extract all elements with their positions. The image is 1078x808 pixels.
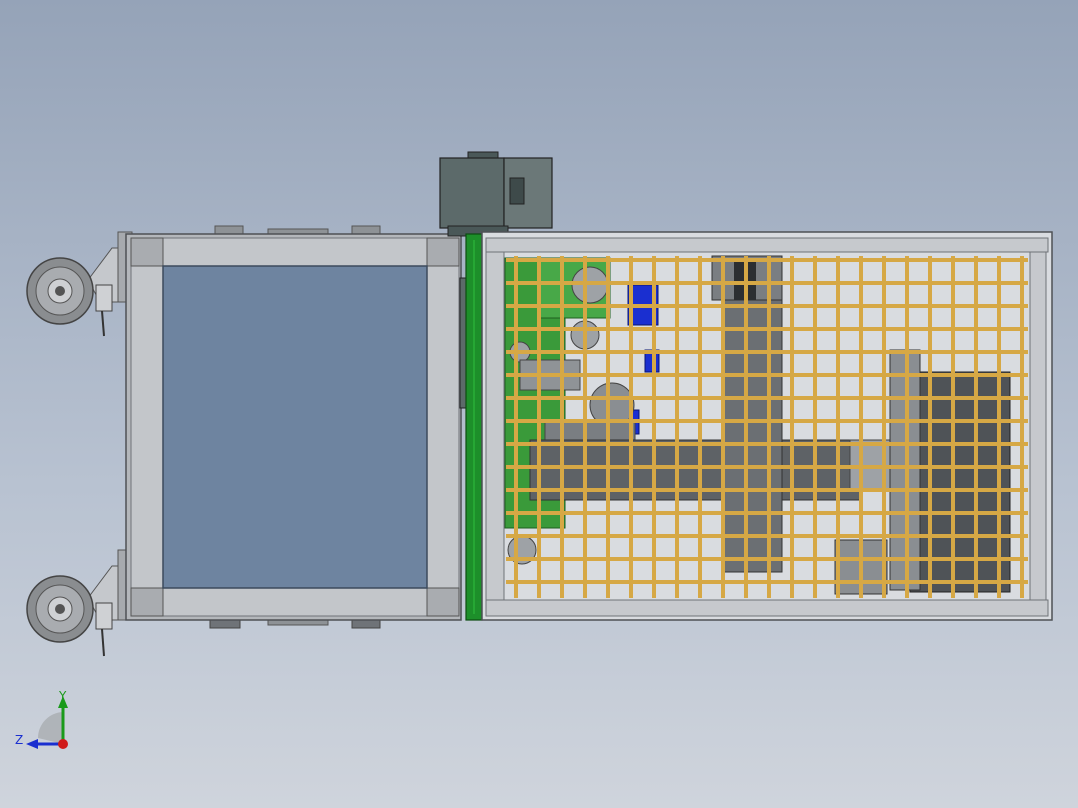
cad-drawing: Y Z	[15, 151, 1053, 749]
coordinate-triad	[26, 696, 68, 749]
green-plate	[459, 233, 483, 621]
cad-viewport[interactable]: Y Z	[0, 0, 1078, 808]
gear-motor	[439, 151, 553, 237]
triad-z-label: Z	[15, 733, 23, 747]
cart-frame	[117, 225, 462, 629]
triad-y-label: Y	[58, 689, 67, 703]
caster-bottom	[26, 565, 121, 657]
caster-top	[26, 247, 121, 337]
